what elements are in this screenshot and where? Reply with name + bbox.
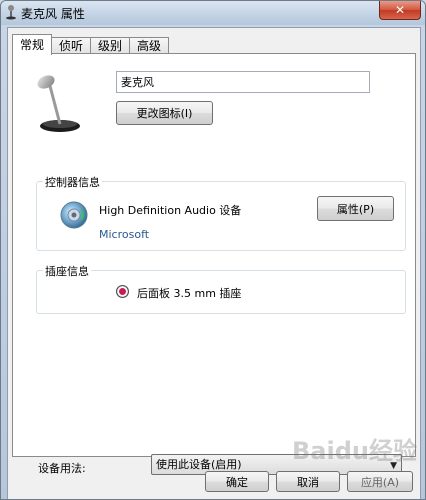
jack-info-label: 插座信息: [43, 263, 91, 279]
close-icon: ✕: [394, 3, 406, 17]
watermark-logo: Baidu经验: [292, 437, 417, 465]
tab-levels[interactable]: 级别: [90, 37, 131, 54]
device-usage-value: 使用此设备(启用): [156, 458, 242, 471]
controller-vendor: Microsoft: [99, 228, 150, 241]
jack-location-text: 后面板 3.5 mm 插座: [137, 287, 242, 300]
close-button[interactable]: ✕: [379, 1, 421, 20]
general-tab-panel: 更改图标(I) 控制器信息: [12, 53, 416, 475]
microphone-icon: [37, 75, 80, 132]
device-name-input[interactable]: [116, 71, 370, 93]
change-icon-button[interactable]: 更改图标(I): [116, 101, 213, 125]
title-bar[interactable]: 麦克风 属性 ✕: [1, 1, 425, 25]
cancel-button[interactable]: 取消: [276, 471, 340, 492]
speaker-icon: [60, 201, 88, 229]
properties-window: 麦克风 属性 ✕ 常规 侦听 级别 高级 麦克风 更改图标(I) 控制器信息 H…: [0, 0, 426, 500]
tab-advanced[interactable]: 高级: [129, 37, 170, 54]
ok-button[interactable]: 确定: [205, 471, 269, 492]
tab-general[interactable]: 常规: [12, 34, 53, 55]
jack-dot-icon: [116, 285, 129, 298]
device-usage-label: 设备用法:: [38, 462, 86, 475]
dialog-client-area: 常规 侦听 级别 高级 更改图标(I): [7, 27, 421, 499]
apply-button[interactable]: 应用(A): [347, 471, 413, 492]
controller-info-group: 控制器信息 High Definition Audio 设备 Microsoft…: [36, 174, 406, 251]
controller-info-label: 控制器信息: [43, 174, 102, 190]
tab-listen[interactable]: 侦听: [51, 37, 92, 54]
properties-button[interactable]: 属性(P): [317, 196, 394, 221]
controller-device-name: High Definition Audio 设备: [99, 204, 242, 217]
tab-strip: 常规 侦听 级别 高级: [12, 34, 170, 55]
window-title: 麦克风 属性: [21, 7, 85, 21]
microphone-icon: [6, 5, 16, 20]
jack-info-group: 插座信息 后面板 3.5 mm 插座: [36, 263, 406, 314]
